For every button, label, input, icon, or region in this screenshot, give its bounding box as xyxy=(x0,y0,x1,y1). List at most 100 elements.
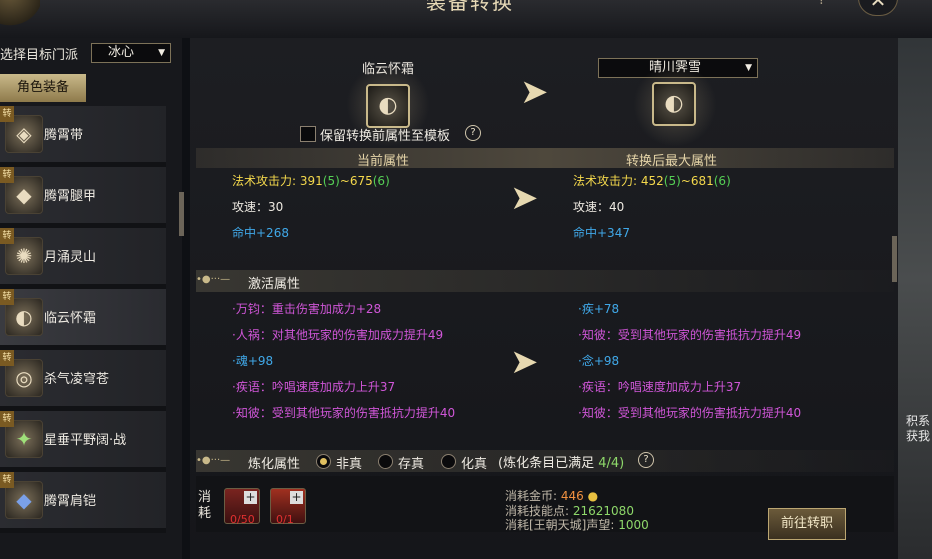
attr-arrow-icon: ➤ xyxy=(510,178,539,218)
cost-label: 消耗 xyxy=(198,490,212,521)
activate-left-2: ·魂+98 xyxy=(232,354,274,368)
magic-attack-label: 法术攻击力: xyxy=(232,174,297,188)
list-item-selected[interactable]: ◐ 转 临云怀霜 xyxy=(0,289,166,350)
refine-note-text: (炼化条目已满足 xyxy=(498,456,595,471)
convert-tag: 转 xyxy=(0,228,14,244)
window-title: 装备转换 xyxy=(426,0,514,14)
range-separator: ~ xyxy=(680,174,691,188)
list-scrollbar[interactable] xyxy=(179,192,184,236)
gold-cost-label: 消耗金币: xyxy=(505,489,558,503)
activate-left-3: ·疾语：吟唱速度加成力上升37 xyxy=(232,380,396,394)
max-magic-attack: 法术攻击力: 452(5)~681(6) xyxy=(573,172,731,189)
item-name: 杀气凌穹苍 xyxy=(44,372,110,387)
range-separator: ~ xyxy=(339,174,350,188)
magic-attack-max: 675 xyxy=(349,174,373,188)
reputation-cost-label: 消耗[王朝天城]声望: xyxy=(505,518,615,532)
target-fan-icon[interactable]: ◐ xyxy=(652,82,696,126)
max-hit: 命中+347 xyxy=(573,226,630,240)
activate-arrow-icon: ➤ xyxy=(510,342,539,382)
refine-note-count: 4/4) xyxy=(598,456,625,471)
current-attack-speed: 攻速：30 xyxy=(232,200,284,214)
activate-left-0: ·万钧：重击伤害加成力+28 xyxy=(232,302,382,316)
convert-tag: 转 xyxy=(0,350,14,366)
current-attr-header: 当前属性 xyxy=(357,154,410,169)
add-icon: + xyxy=(290,490,303,504)
main-scrollbar[interactable] xyxy=(892,236,897,282)
side-chat-text: 积系 获我 xyxy=(906,414,931,443)
keep-attributes-checkbox[interactable] xyxy=(300,126,316,142)
target-sect-select[interactable]: 冰心 ▼ xyxy=(91,43,171,63)
magic-attack-label: 法术攻击力: xyxy=(573,174,638,188)
reputation-cost-value: 1000 xyxy=(618,518,649,532)
item-name: 临云怀霜 xyxy=(44,311,97,326)
target-sect-label: 选择目标门派 xyxy=(0,48,79,63)
refine-count: (6) xyxy=(372,174,390,188)
activate-section-header xyxy=(196,270,894,292)
refine-title: 炼化属性 xyxy=(248,457,301,472)
chevron-down-icon: ▼ xyxy=(745,63,752,73)
list-item[interactable]: ✦ 转 星垂平野阔·战 xyxy=(0,411,166,472)
material-scroll-icon[interactable]: + 0/50 xyxy=(224,488,260,526)
radio-huazhen[interactable] xyxy=(441,454,456,469)
section-ornament-icon: •●···— xyxy=(196,274,231,285)
convert-tag: 转 xyxy=(0,106,14,122)
tab-character-equipment[interactable]: 角色装备 xyxy=(0,74,86,102)
material-count: 0/50 xyxy=(230,513,255,526)
go-job-change-button[interactable]: 前往转职 xyxy=(768,508,846,540)
activate-right-4: ·知彼：受到其他玩家的伤害抵抗力提升40 xyxy=(578,406,802,420)
chevron-down-icon: ▼ xyxy=(158,48,165,58)
gold-cost-value: 446 xyxy=(560,489,584,503)
convert-tag: 转 xyxy=(0,472,14,488)
list-item[interactable]: ◈ 转 腾霄带 xyxy=(0,106,166,167)
item-name: 月涌灵山 xyxy=(44,250,97,265)
radio-feizhen-label: 非真 xyxy=(336,457,363,472)
current-magic-attack: 法术攻击力: 391(5)~675(6) xyxy=(232,172,390,189)
background-scenery xyxy=(898,0,932,559)
list-item[interactable]: ◆ 转 腾霄腿甲 xyxy=(0,167,166,228)
convert-tag: 转 xyxy=(0,411,14,427)
refine-help-icon[interactable]: ? xyxy=(638,452,654,468)
item-name: 腾霄带 xyxy=(44,128,84,143)
activate-right-3: ·疾语：吟唱速度加成力上升37 xyxy=(578,380,742,394)
refine-count: (6) xyxy=(713,174,731,188)
convert-arrow-icon: ➤ xyxy=(520,72,549,112)
keep-attributes-label: 保留转换前属性至模板 xyxy=(320,129,451,144)
magic-attack-min: 452 xyxy=(640,174,664,188)
target-sect-value: 冰心 xyxy=(108,45,135,60)
gold-coin-icon: ● xyxy=(587,489,599,503)
material-orb-icon[interactable]: + 0/1 xyxy=(270,488,306,526)
add-icon: + xyxy=(244,490,257,504)
activate-left-1: ·人祸：对其他玩家的伤害加成力提升49 xyxy=(232,328,444,342)
magic-attack-min: 391 xyxy=(299,174,323,188)
source-fan-icon[interactable]: ◐ xyxy=(366,84,410,128)
convert-tag: 转 xyxy=(0,289,14,305)
magic-attack-max: 681 xyxy=(690,174,714,188)
refine-count: (5) xyxy=(322,174,340,188)
radio-cunzhen[interactable] xyxy=(378,454,393,469)
list-item[interactable]: ◎ 转 杀气凌穹苍 xyxy=(0,350,166,411)
attribute-header-bar xyxy=(196,148,894,168)
item-name: 腾霄腿甲 xyxy=(44,189,97,204)
current-hit: 命中+268 xyxy=(232,226,289,240)
activate-left-4: ·知彼：受到其他玩家的伤害抵抗力提升40 xyxy=(232,406,456,420)
radio-feizhen[interactable] xyxy=(316,454,331,469)
section-ornament-icon: •●···— xyxy=(196,455,231,466)
material-count: 0/1 xyxy=(276,513,294,526)
item-name: 星垂平野阔·战 xyxy=(44,433,127,448)
refine-count: (5) xyxy=(663,174,681,188)
convert-tag: 转 xyxy=(0,167,14,183)
activate-right-2: ·念+98 xyxy=(578,354,620,368)
radio-huazhen-label: 化真 xyxy=(461,457,488,472)
reputation-cost: 消耗[王朝天城]声望: 1000 xyxy=(505,516,649,533)
help-question-icon[interactable]: ? xyxy=(465,125,481,141)
activate-right-0: ·疾+78 xyxy=(578,302,620,316)
list-item[interactable]: ◆ 转 腾霄肩铠 xyxy=(0,472,166,533)
help-icon[interactable]: ? xyxy=(818,0,825,8)
list-item[interactable]: ✺ 转 月涌灵山 xyxy=(0,228,166,289)
equipment-list: ◈ 转 腾霄带 ◆ 转 腾霄腿甲 ✺ 转 月涌灵山 ◐ 转 临云怀霜 ◎ 转 杀… xyxy=(0,106,168,559)
max-attack-speed: 攻速：40 xyxy=(573,200,625,214)
max-attr-header: 转换后最大属性 xyxy=(626,154,718,169)
radio-cunzhen-label: 存真 xyxy=(398,457,425,472)
item-name: 腾霄肩铠 xyxy=(44,494,97,509)
activate-right-1: ·知彼：受到其他玩家的伤害抵抗力提升49 xyxy=(578,328,802,342)
